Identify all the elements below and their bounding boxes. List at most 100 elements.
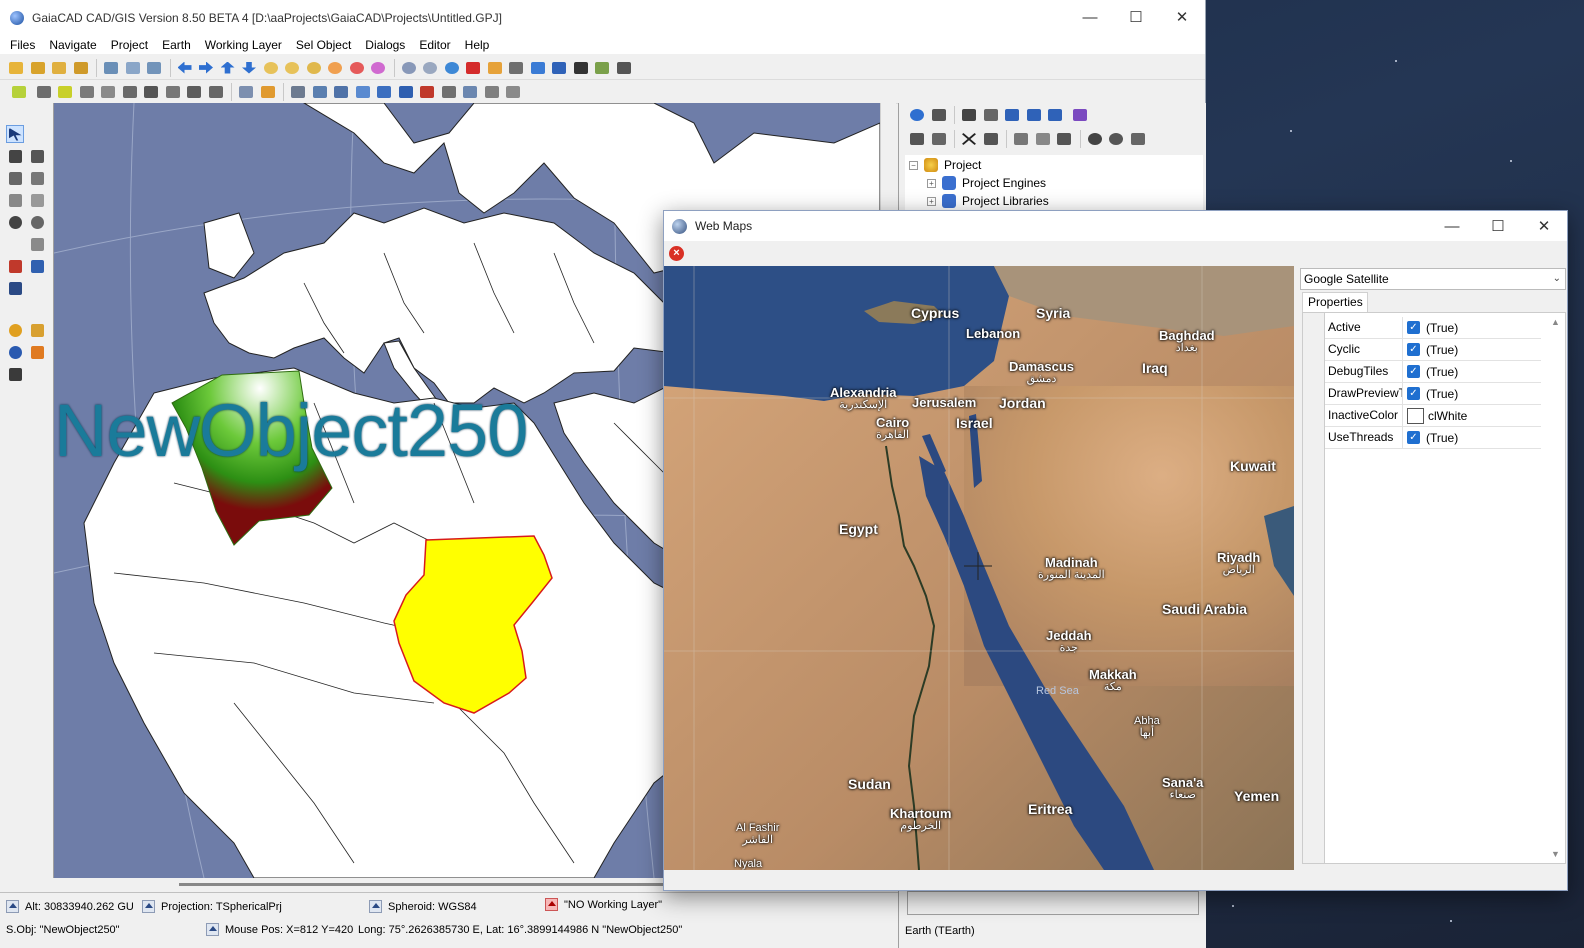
arrow-up-icon[interactable]	[218, 59, 238, 77]
menu-project[interactable]: Project	[104, 38, 155, 52]
arrow-down-icon[interactable]	[239, 59, 259, 77]
copy-object-icon[interactable]	[28, 235, 46, 253]
zoom-box-icon[interactable]	[28, 343, 46, 361]
doc-icon[interactable]	[460, 83, 480, 101]
menu-files[interactable]: Files	[3, 38, 42, 52]
shape-icon[interactable]	[120, 83, 140, 101]
globe-earth-icon[interactable]	[442, 59, 462, 77]
scroll-down-icon[interactable]: ▼	[1551, 849, 1560, 859]
maximize-button[interactable]: ☐	[1113, 0, 1159, 34]
sphere-2-icon[interactable]	[28, 213, 46, 231]
print-icon[interactable]	[907, 130, 927, 148]
checklist-icon[interactable]	[929, 106, 949, 124]
wm-close-button[interactable]: ✕	[1521, 209, 1567, 243]
image-2-icon[interactable]	[28, 191, 46, 209]
camera-icon[interactable]	[571, 59, 591, 77]
marker-icon[interactable]	[485, 59, 505, 77]
plugins-dropdown-icon[interactable]	[1067, 106, 1093, 124]
props-icon[interactable]	[1085, 130, 1105, 148]
delete-x-icon[interactable]	[959, 130, 979, 148]
tree-node-project[interactable]: − Project	[909, 157, 981, 173]
export-icon[interactable]	[549, 59, 569, 77]
group-icon[interactable]	[206, 83, 226, 101]
wm-minimize-button[interactable]: —	[1429, 209, 1475, 243]
close-button[interactable]: ✕	[1159, 0, 1205, 34]
minimize-button[interactable]: —	[1067, 0, 1113, 34]
magnifier-icon[interactable]	[6, 343, 24, 361]
checkbox-checked-icon[interactable]: ✓	[1407, 321, 1420, 334]
block-icon[interactable]	[288, 83, 308, 101]
zoom-icon[interactable]	[261, 59, 281, 77]
props-2-icon[interactable]	[1106, 130, 1126, 148]
layer-add-icon[interactable]	[101, 59, 121, 77]
status-arrow-icon[interactable]	[369, 900, 382, 913]
zoom-window-icon[interactable]	[325, 59, 345, 77]
zoom-extent-icon[interactable]	[347, 59, 367, 77]
refresh-icon[interactable]	[907, 106, 927, 124]
color-swatch[interactable]	[1407, 407, 1424, 424]
library-l-icon[interactable]	[1024, 106, 1044, 124]
menu-editor[interactable]: Editor	[412, 38, 457, 52]
tab-properties[interactable]: Properties	[1302, 292, 1368, 312]
layer-delete-icon[interactable]	[417, 83, 437, 101]
new-project-icon[interactable]	[6, 59, 26, 77]
checkbox-checked-icon[interactable]: ✓	[1407, 343, 1420, 356]
open-project-icon[interactable]	[28, 59, 48, 77]
trash-icon[interactable]	[981, 130, 1001, 148]
select-arrow-icon[interactable]	[6, 125, 24, 143]
settings-tools-icon[interactable]	[614, 59, 634, 77]
block-3-icon[interactable]	[331, 83, 351, 101]
property-row[interactable]: Active ✓ (True)	[1325, 316, 1541, 339]
status-warning-icon[interactable]	[545, 898, 558, 911]
layer-props-icon[interactable]	[123, 59, 143, 77]
polygon-icon[interactable]	[77, 83, 97, 101]
checkbox-checked-icon[interactable]: ✓	[1407, 365, 1420, 378]
insert-icon[interactable]	[6, 365, 24, 383]
moon-icon[interactable]	[6, 321, 24, 339]
paste-icon[interactable]	[1033, 130, 1053, 148]
checkbox-checked-icon[interactable]: ✓	[1407, 387, 1420, 400]
status-arrow-icon[interactable]	[206, 923, 219, 936]
copy-layer-icon[interactable]	[353, 83, 373, 101]
menu-sel-object[interactable]: Sel Object	[289, 38, 358, 52]
engine-e-icon[interactable]	[1002, 106, 1022, 124]
menu-dialogs[interactable]: Dialogs	[358, 38, 412, 52]
record-icon[interactable]	[463, 59, 483, 77]
globe-view-icon[interactable]	[399, 59, 419, 77]
tree-node-engines[interactable]: + Project Engines	[927, 175, 1046, 191]
module-m-icon[interactable]	[1045, 106, 1065, 124]
scroll-thumb[interactable]	[179, 883, 739, 886]
layer-icon[interactable]	[236, 83, 256, 101]
property-row[interactable]: InactiveColor clWhite	[1325, 404, 1541, 427]
draw-polyline-icon[interactable]	[28, 147, 46, 165]
print-2-icon[interactable]	[929, 130, 949, 148]
status-arrow-icon[interactable]	[142, 900, 155, 913]
status-arrow-icon[interactable]	[6, 900, 19, 913]
image-icon[interactable]	[6, 191, 24, 209]
window-icon[interactable]	[1128, 130, 1148, 148]
wm-maximize-button[interactable]: ☐	[1475, 209, 1521, 243]
layers-icon[interactable]	[374, 83, 394, 101]
property-row[interactable]: DebugTiles ✓ (True)	[1325, 360, 1541, 383]
tree-node-libraries[interactable]: + Project Libraries	[927, 193, 1049, 209]
layers-2-icon[interactable]	[396, 83, 416, 101]
save-as-icon[interactable]	[71, 59, 91, 77]
save-project-icon[interactable]	[49, 59, 69, 77]
align-icon[interactable]	[6, 279, 24, 297]
property-row[interactable]: Cyclic ✓ (True)	[1325, 338, 1541, 361]
node-edit-icon[interactable]	[6, 257, 24, 275]
edit-icon[interactable]	[1054, 130, 1074, 148]
menu-earth[interactable]: Earth	[155, 38, 198, 52]
panel-bottom-field[interactable]	[907, 891, 1199, 915]
sphere-icon[interactable]	[6, 213, 24, 231]
scroll-up-icon[interactable]: ▲	[1551, 317, 1560, 327]
close-circle-icon[interactable]: ×	[669, 246, 684, 261]
layer-warn-icon[interactable]	[258, 83, 278, 101]
block-2-icon[interactable]	[310, 83, 330, 101]
layer-refresh-icon[interactable]	[144, 59, 164, 77]
copy-icon[interactable]	[482, 83, 502, 101]
polygon-edit-icon[interactable]	[98, 83, 118, 101]
polyline-icon[interactable]	[34, 83, 54, 101]
node-icon[interactable]	[184, 83, 204, 101]
tree-expand-icon[interactable]: +	[927, 196, 936, 206]
